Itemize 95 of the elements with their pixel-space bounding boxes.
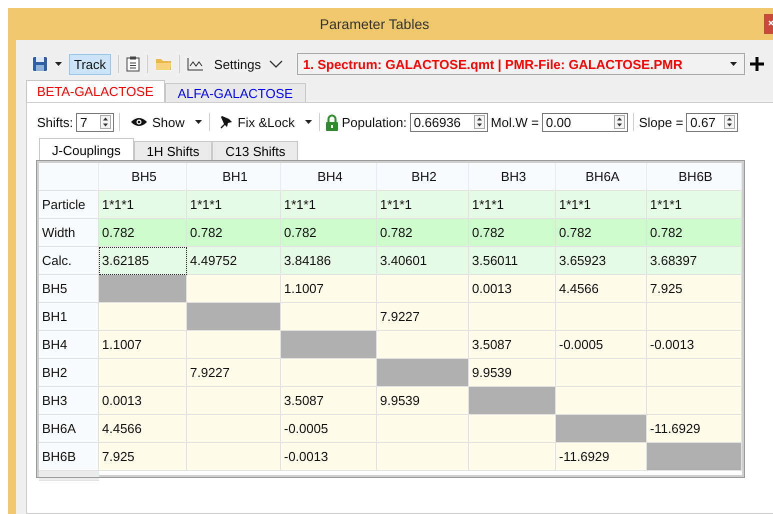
tab[interactable]: J-Couplings <box>39 138 134 161</box>
shifts-label: Shifts: <box>37 114 74 130</box>
table-cell: -0.0013 <box>281 443 377 471</box>
spin-arrows-icon <box>474 115 485 129</box>
column-header: BH6A <box>556 163 647 191</box>
table-cell: -0.0013 <box>647 331 742 359</box>
spin-arrows-icon <box>614 115 625 129</box>
tab[interactable]: 1H Shifts <box>134 141 212 161</box>
tab[interactable]: ALFA-GALACTOSE <box>164 83 306 102</box>
table-cell: -11.6929 <box>647 415 742 443</box>
caret-icon[interactable] <box>55 62 62 66</box>
mol-weight-label: Mol.W = <box>490 114 539 130</box>
row-header: Calc. <box>39 247 99 275</box>
table-cell: 7.925 <box>647 275 742 303</box>
track-button[interactable]: Track <box>69 54 112 74</box>
table-cell: 0.782 <box>187 219 281 247</box>
table-cell: 3.56011 <box>469 247 556 275</box>
caret-icon <box>730 62 738 66</box>
table-cell: 3.5087 <box>469 331 556 359</box>
tab[interactable]: BETA-GALACTOSE <box>26 80 165 102</box>
table-cell: 0.0013 <box>99 387 187 415</box>
column-header: BH5 <box>99 163 187 191</box>
row-header: BH4 <box>39 331 99 359</box>
table-cell: 3.5087 <box>281 387 377 415</box>
caret-icon[interactable] <box>194 120 202 124</box>
row-header: Width <box>39 219 99 247</box>
table-cell: 4.4566 <box>99 415 187 443</box>
table-cell: 3.65923 <box>556 247 647 275</box>
table-cell: 0.782 <box>377 219 469 247</box>
table-footer <box>39 471 99 481</box>
table-cell: 1*1*1 <box>187 191 281 219</box>
plus-icon[interactable] <box>750 57 764 71</box>
table-cell: 9.9539 <box>469 359 556 387</box>
clipboard-icon[interactable] <box>126 56 140 72</box>
pin-icon <box>220 115 234 129</box>
table-cell: 1*1*1 <box>556 191 647 219</box>
show-button[interactable]: Show <box>125 112 190 132</box>
caret-icon[interactable] <box>304 120 312 124</box>
table-cell: -0.0005 <box>281 415 377 443</box>
row-header: BH5 <box>39 275 99 303</box>
column-header: BH3 <box>469 163 556 191</box>
eye-icon <box>130 116 148 128</box>
row-header: BH3 <box>39 387 99 415</box>
slope-spinbox[interactable]: 0.67 <box>686 112 738 132</box>
table-cell: 3.40601 <box>377 247 469 275</box>
mol-weight-spinbox[interactable]: 0.00 <box>542 112 628 132</box>
row-header: BH6A <box>39 415 99 443</box>
table-cell: 1*1*1 <box>647 191 742 219</box>
table-cell: 0.782 <box>556 219 647 247</box>
table-cell: 7.925 <box>99 443 187 471</box>
fix-lock-button[interactable]: Fix &Lock <box>214 112 300 132</box>
lock-icon <box>324 114 339 130</box>
table-cell: 9.9539 <box>377 387 469 415</box>
table-cell: 3.84186 <box>281 247 377 275</box>
table-cell: 0.782 <box>99 219 187 247</box>
table-cell: 1*1*1 <box>99 191 187 219</box>
slope-label: Slope = <box>638 114 684 130</box>
spin-arrows-icon <box>724 115 736 129</box>
population-label: Population: <box>342 114 407 130</box>
close-icon[interactable] <box>764 14 773 34</box>
table-cell: 0.0013 <box>469 275 556 303</box>
table-cell: 3.68397 <box>647 247 742 275</box>
table-cell: 1*1*1 <box>377 191 469 219</box>
row-header: BH2 <box>39 359 99 387</box>
table-cell: 4.49752 <box>187 247 281 275</box>
settings-button[interactable]: Settings <box>209 54 288 74</box>
column-header: BH2 <box>377 163 469 191</box>
window-title: Parameter Tables <box>320 16 430 32</box>
table-cell: 1*1*1 <box>281 191 377 219</box>
column-header: BH1 <box>187 163 281 191</box>
table-cell: 7.9227 <box>377 303 469 331</box>
spin-arrows-icon <box>100 115 112 129</box>
tab[interactable]: C13 Shifts <box>212 141 298 161</box>
chevron-icon <box>269 60 284 68</box>
table-cell: 0.782 <box>281 219 377 247</box>
population-spinbox[interactable]: 0.66936 <box>410 112 488 132</box>
table-cell: 1*1*1 <box>469 191 556 219</box>
file-dropdown[interactable]: 1. Spectrum: GALACTOSE.qmt | PMR-File: GALACTOSE.PMR <box>297 53 746 75</box>
table-cell: 0.782 <box>647 219 742 247</box>
row-header: BH1 <box>39 303 99 331</box>
table-cell: 4.4566 <box>556 275 647 303</box>
table-cell: 0.782 <box>469 219 556 247</box>
row-header: Particle <box>39 191 99 219</box>
shifts-spinbox[interactable]: 7 <box>76 112 114 132</box>
row-header: BH6B <box>39 443 99 471</box>
column-header: BH4 <box>281 163 377 191</box>
table-cell: -0.0005 <box>556 331 647 359</box>
table-cell: 1.1007 <box>281 275 377 303</box>
table-cell: -11.6929 <box>556 443 647 471</box>
table-cell: 3.62185 <box>99 247 187 275</box>
table-cell: 1.1007 <box>99 331 187 359</box>
table-cell: 7.9227 <box>187 359 281 387</box>
save-icon[interactable] <box>32 56 48 72</box>
chart-icon[interactable] <box>187 57 204 71</box>
column-header: BH6B <box>647 163 742 191</box>
